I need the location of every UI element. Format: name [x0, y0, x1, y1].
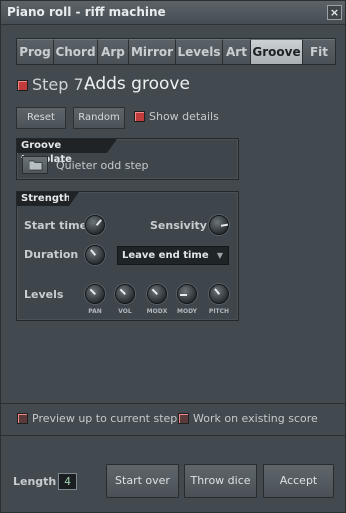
pan-knob-label: PAN: [88, 308, 102, 315]
length-input[interactable]: 4: [58, 473, 77, 490]
existing-score-label: Work on existing score: [193, 412, 318, 425]
step-number: Step 7.: [32, 75, 89, 94]
strength-header: Strength: [17, 192, 79, 206]
modx-knob-label: MODX: [146, 308, 168, 315]
riff-machine-window: Piano roll - riff machine × Prog Chord A…: [0, 0, 346, 513]
divider: [1, 435, 345, 436]
tab-groove[interactable]: Groove: [251, 39, 303, 64]
groove-template-header: Groove template: [17, 139, 117, 165]
tab-prog[interactable]: Prog: [17, 39, 54, 64]
show-details-checkbox[interactable]: [134, 111, 145, 122]
groove-template-value: Quieter odd step: [56, 159, 149, 172]
start-over-button[interactable]: Start over: [106, 464, 179, 498]
random-button[interactable]: Random: [73, 107, 125, 129]
throw-dice-button[interactable]: Throw dice: [184, 464, 257, 498]
strength-panel: Strength Start time Sensivity Duration L…: [16, 191, 239, 321]
preview-checkbox[interactable]: [17, 413, 28, 424]
accept-button[interactable]: Accept: [263, 464, 334, 498]
pitch-knob-label: PITCH: [208, 308, 230, 315]
sensivity-knob[interactable]: [209, 215, 229, 235]
length-label: Length: [13, 475, 57, 488]
sensivity-label: Sensivity: [150, 219, 207, 232]
mody-knob-label: MODY: [177, 308, 197, 315]
show-details-label: Show details: [149, 110, 219, 123]
step-led-icon: [17, 80, 28, 91]
tab-chord[interactable]: Chord: [54, 39, 98, 64]
duration-label: Duration: [24, 248, 79, 261]
duration-mode-value: Leave end time: [122, 250, 209, 261]
step-title: Adds groove: [84, 74, 190, 94]
groove-template-panel: Groove template Quieter odd step: [16, 138, 239, 180]
divider: [1, 403, 345, 404]
tab-levels[interactable]: Levels: [176, 39, 223, 64]
start-time-knob[interactable]: [85, 215, 105, 235]
preview-label: Preview up to current step: [32, 412, 178, 425]
pan-knob[interactable]: [85, 284, 105, 304]
modx-knob[interactable]: [147, 284, 167, 304]
chevron-down-icon: ▼: [216, 251, 223, 260]
duration-knob[interactable]: [85, 245, 105, 265]
start-time-label: Start time: [24, 219, 88, 232]
vol-knob[interactable]: [115, 284, 135, 304]
tab-fit[interactable]: Fit: [303, 39, 335, 64]
tab-arp[interactable]: Arp: [98, 39, 129, 64]
mody-knob[interactable]: [177, 284, 197, 304]
levels-label: Levels: [24, 288, 64, 301]
existing-score-checkbox[interactable]: [178, 413, 189, 424]
tab-art[interactable]: Art: [223, 39, 251, 64]
tab-bar: Prog Chord Arp Mirror Levels Art Groove …: [16, 38, 336, 65]
window-title: Piano roll - riff machine: [7, 5, 166, 19]
close-button[interactable]: ×: [327, 5, 342, 20]
folder-icon: [29, 160, 43, 171]
vol-knob-label: VOL: [118, 308, 132, 315]
reset-button[interactable]: Reset: [16, 107, 66, 129]
pitch-knob[interactable]: [209, 284, 229, 304]
open-template-button[interactable]: [22, 156, 48, 174]
tab-mirror[interactable]: Mirror: [129, 39, 176, 64]
duration-mode-select[interactable]: Leave end time ▼: [117, 246, 229, 265]
title-bar[interactable]: Piano roll - riff machine ×: [1, 1, 345, 25]
